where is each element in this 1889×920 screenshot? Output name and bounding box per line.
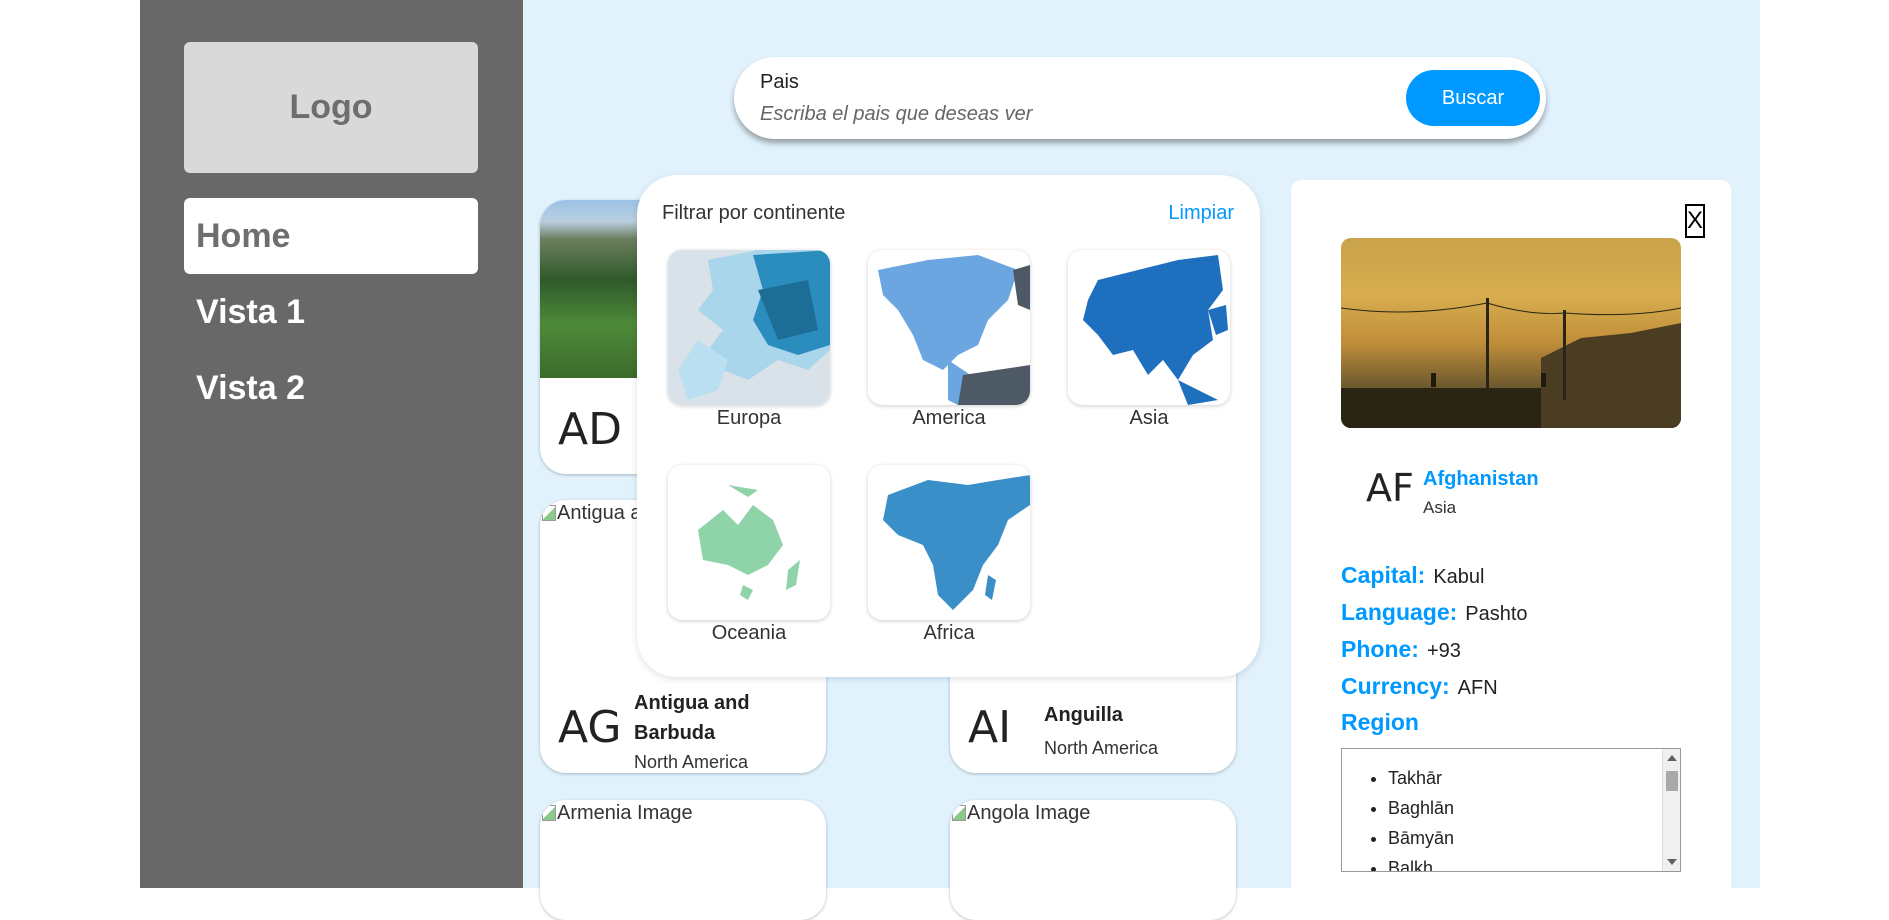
continent-option-america[interactable]: America bbox=[868, 250, 1030, 438]
country-card-ao[interactable]: Angola Image bbox=[950, 800, 1236, 920]
search-bar: Pais Buscar bbox=[734, 57, 1546, 139]
country-code: AD bbox=[558, 404, 622, 455]
asia-map-icon bbox=[1068, 250, 1230, 405]
europe-map-icon bbox=[668, 250, 830, 405]
continent-label: Europa bbox=[716, 407, 782, 429]
continent-filter-popup: Filtrar por continente Limpiar Europa Am… bbox=[637, 175, 1260, 677]
country-code: AG bbox=[558, 702, 622, 753]
country-continent: North America bbox=[1044, 738, 1159, 758]
continent-label: Oceania bbox=[711, 622, 787, 644]
region-list-item: Takhār bbox=[1388, 765, 1454, 795]
filter-clear-link[interactable]: Limpiar bbox=[1168, 202, 1234, 225]
region-list-item: Balkh bbox=[1388, 855, 1454, 871]
sidebar-item-vista-2[interactable]: Vista 2 bbox=[184, 350, 478, 426]
america-map-icon bbox=[868, 250, 1030, 405]
region-list-box[interactable]: TakhārBaghlānBāmyānBalkh bbox=[1341, 748, 1681, 872]
detail-country-continent: Asia bbox=[1423, 498, 1457, 517]
country-code: AI bbox=[968, 702, 1012, 753]
country-detail-photo bbox=[1341, 238, 1681, 428]
sidebar-item-vista-1[interactable]: Vista 1 bbox=[184, 274, 478, 350]
region-list: TakhārBaghlānBāmyānBalkh bbox=[1388, 765, 1454, 871]
country-image-alt: Antigua a bbox=[542, 502, 642, 525]
scroll-thumb[interactable] bbox=[1666, 771, 1678, 791]
detail-country-name[interactable]: Afghanistan bbox=[1423, 468, 1539, 491]
logo: Logo bbox=[184, 42, 478, 173]
broken-image-icon bbox=[952, 805, 966, 821]
detail-country-code: AF bbox=[1366, 466, 1414, 510]
search-button[interactable]: Buscar bbox=[1406, 70, 1540, 126]
region-list-item: Bāmyān bbox=[1388, 825, 1454, 855]
country-name: Antigua and Barbuda bbox=[634, 692, 750, 744]
detail-phone: Phone: +93 bbox=[1341, 636, 1461, 662]
continent-option-europa[interactable]: Europa bbox=[668, 250, 830, 438]
search-input[interactable] bbox=[760, 99, 1380, 129]
continent-option-oceania[interactable]: Oceania bbox=[668, 465, 830, 653]
continent-label: America bbox=[912, 407, 986, 429]
close-button[interactable]: X bbox=[1685, 204, 1705, 238]
continent-label: Africa bbox=[923, 622, 975, 644]
sidebar: Logo Home Vista 1 Vista 2 bbox=[140, 0, 523, 888]
oceania-map-icon bbox=[668, 465, 830, 620]
filter-title: Filtrar por continente bbox=[662, 202, 846, 224]
scroll-up-icon[interactable] bbox=[1667, 755, 1677, 761]
broken-image-icon bbox=[542, 505, 556, 521]
search-label: Pais bbox=[760, 71, 799, 93]
sidebar-item-home[interactable]: Home bbox=[184, 198, 478, 274]
continent-option-africa[interactable]: Africa bbox=[868, 465, 1030, 653]
detail-region-title: Region bbox=[1341, 709, 1419, 735]
region-scrollbar[interactable] bbox=[1662, 749, 1680, 871]
scroll-down-icon[interactable] bbox=[1667, 859, 1677, 865]
detail-currency: Currency: AFN bbox=[1341, 673, 1498, 699]
continent-option-asia[interactable]: Asia bbox=[1068, 250, 1230, 438]
africa-map-icon bbox=[868, 465, 1030, 620]
country-image-alt: Angola Image bbox=[952, 802, 1090, 825]
country-card-am[interactable]: Armenia Image bbox=[540, 800, 826, 920]
country-image-alt: Armenia Image bbox=[542, 802, 693, 825]
continent-label: Asia bbox=[1129, 407, 1169, 429]
detail-language: Language: Pashto bbox=[1341, 599, 1528, 625]
detail-capital: Capital: Kabul bbox=[1341, 562, 1485, 588]
region-list-item: Baghlān bbox=[1388, 795, 1454, 825]
country-name: Anguilla bbox=[1044, 704, 1123, 726]
broken-image-icon bbox=[542, 805, 556, 821]
country-continent: North America bbox=[634, 752, 749, 772]
